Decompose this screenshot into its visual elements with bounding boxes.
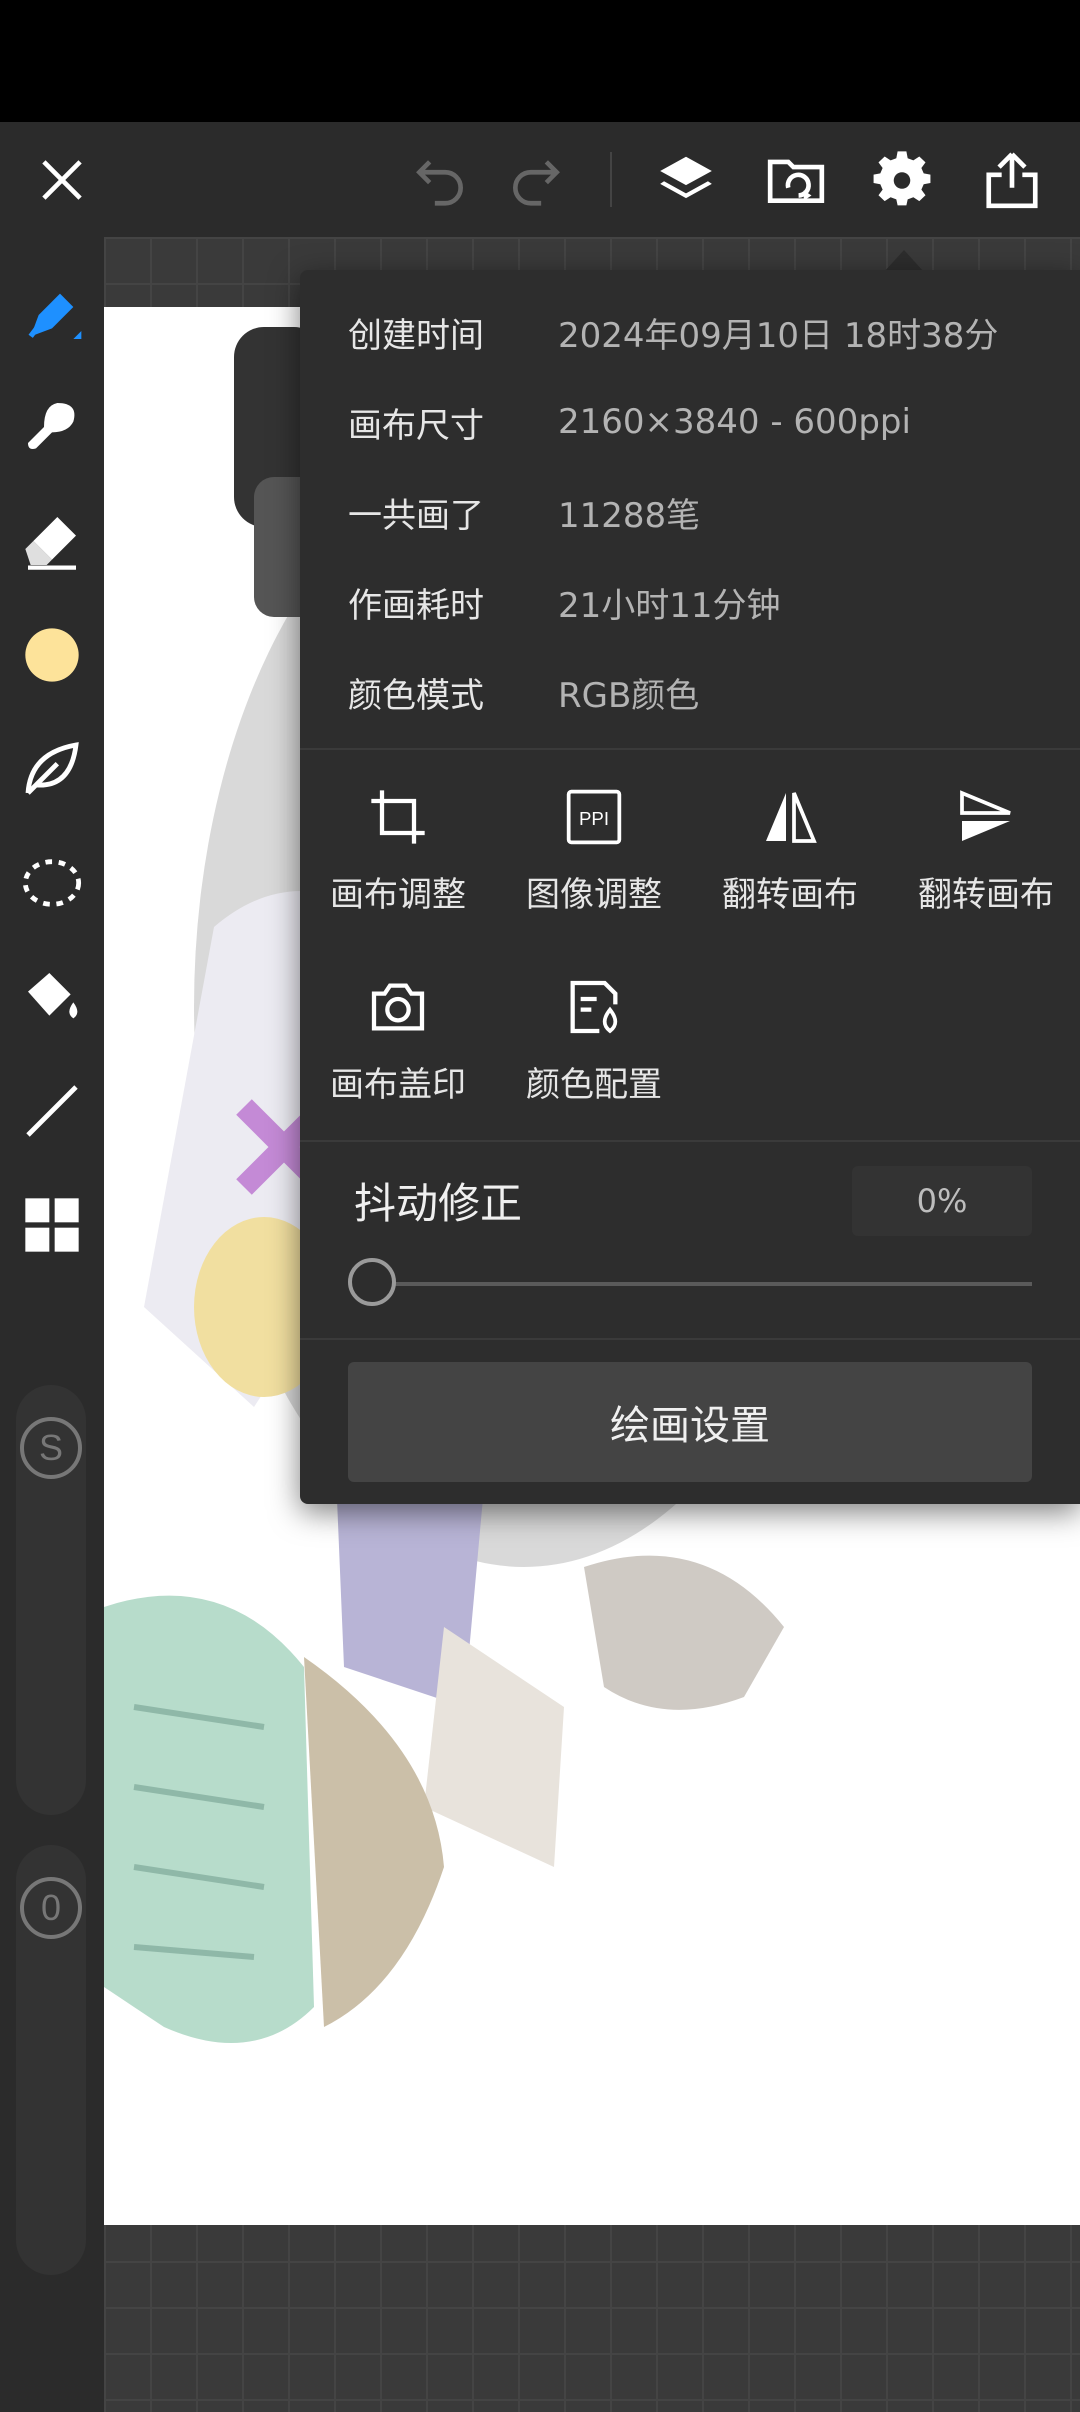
undo-icon	[416, 159, 463, 206]
info-label: 一共画了	[348, 495, 484, 536]
eraser-icon	[25, 517, 76, 570]
line-icon	[26, 1085, 78, 1137]
tool-pen[interactable]	[0, 265, 104, 365]
info-label: 作画耗时	[348, 585, 484, 626]
toolbar-divider	[610, 152, 612, 207]
redo-button[interactable]	[486, 122, 586, 237]
canvas-stamp-button[interactable]: 画布盖印	[300, 975, 496, 1145]
divider	[300, 748, 1080, 750]
status-bar	[0, 0, 1080, 122]
ppi-icon-text: PPI	[579, 808, 609, 829]
action-label: 画布调整	[330, 875, 466, 915]
canvas-settings-panel: 创建时间 2024年09月10日 18时38分 画布尺寸 2160×3840 -…	[300, 270, 1080, 1504]
info-row-color-mode: 颜色模式 RGB颜色	[348, 662, 699, 722]
info-row-size: 画布尺寸 2160×3840 - 600ppi	[348, 392, 911, 452]
stabilizer-label: 抖动修正	[354, 1179, 523, 1228]
size-badge-text: S	[39, 1427, 63, 1468]
redo-icon	[513, 159, 560, 206]
leaf-icon	[25, 742, 79, 795]
close-icon	[42, 159, 82, 200]
color-profile-button[interactable]: 颜色配置	[496, 975, 692, 1145]
brush-icon	[28, 403, 75, 449]
camera-icon	[371, 983, 425, 1031]
lasso-icon	[22, 859, 82, 907]
tool-smudge[interactable]	[0, 719, 104, 819]
undo-button[interactable]	[390, 122, 490, 237]
stabilizer-value-field[interactable]: 0%	[852, 1166, 1032, 1236]
info-label: 创建时间	[348, 315, 484, 356]
action-label: 翻转画布	[722, 875, 858, 915]
import-button[interactable]	[746, 122, 846, 237]
canvas-adjust-button[interactable]: 画布调整	[300, 785, 496, 955]
flip-vertical-button[interactable]: 翻转画布	[888, 785, 1080, 955]
info-value: 2160×3840 - 600ppi	[558, 402, 911, 442]
flip-vertical-icon	[960, 790, 1011, 841]
info-label: 颜色模式	[348, 675, 484, 716]
info-label: 画布尺寸	[348, 405, 484, 446]
tool-lasso[interactable]	[0, 833, 104, 933]
color-circle-icon	[25, 628, 79, 682]
info-row-created: 创建时间 2024年09月10日 18时38分	[348, 302, 998, 362]
grid-icon	[25, 1198, 79, 1252]
tool-more[interactable]	[0, 1175, 104, 1275]
drawing-settings-button[interactable]: 绘画设置	[348, 1362, 1032, 1482]
fill-bucket-icon	[28, 973, 78, 1019]
flip-horizontal-icon	[766, 792, 817, 843]
divider	[300, 1140, 1080, 1142]
divider	[300, 1338, 1080, 1340]
tool-fill[interactable]	[0, 947, 104, 1047]
info-value: RGB颜色	[558, 675, 700, 716]
color-swatch[interactable]	[0, 605, 104, 705]
opacity-badge: 0	[18, 1875, 84, 1941]
panel-pointer	[884, 250, 924, 272]
info-value: 11288笔	[558, 495, 701, 536]
size-badge: S	[18, 1415, 84, 1481]
flip-horizontal-button[interactable]: 翻转画布	[692, 785, 888, 955]
close-button[interactable]	[12, 122, 112, 237]
info-row-time: 作画耗时 21小时11分钟	[348, 572, 781, 632]
gear-icon	[873, 150, 931, 205]
info-value: 2024年09月10日 18时38分	[558, 315, 999, 356]
stabilizer-slider-track[interactable]	[374, 1282, 1032, 1286]
pen-icon	[28, 293, 82, 339]
layers-button[interactable]	[636, 122, 736, 237]
share-icon	[986, 152, 1038, 208]
crop-icon	[371, 790, 425, 844]
action-label: 翻转画布	[918, 875, 1054, 915]
top-toolbar	[0, 122, 1080, 237]
opacity-badge-text: 0	[41, 1887, 61, 1928]
stabilizer-slider-thumb[interactable]	[348, 1258, 396, 1306]
folder-icon	[767, 159, 825, 203]
action-label: 图像调整	[526, 875, 662, 915]
info-value: 21小时11分钟	[558, 585, 781, 626]
settings-button[interactable]	[852, 122, 952, 237]
action-label: 颜色配置	[526, 1065, 662, 1105]
action-label: 画布盖印	[330, 1065, 466, 1105]
share-button[interactable]	[962, 122, 1062, 237]
info-row-strokes: 一共画了 11288笔	[348, 482, 700, 542]
left-tool-sidebar: S 0	[0, 237, 104, 2412]
tool-line[interactable]	[0, 1061, 104, 1161]
color-profile-icon	[570, 980, 618, 1034]
layers-icon	[660, 156, 712, 198]
tool-brush[interactable]	[0, 377, 104, 477]
image-adjust-button[interactable]: PPI 图像调整	[496, 785, 692, 955]
tool-eraser[interactable]	[0, 491, 104, 591]
ppi-icon: PPI	[566, 789, 622, 845]
